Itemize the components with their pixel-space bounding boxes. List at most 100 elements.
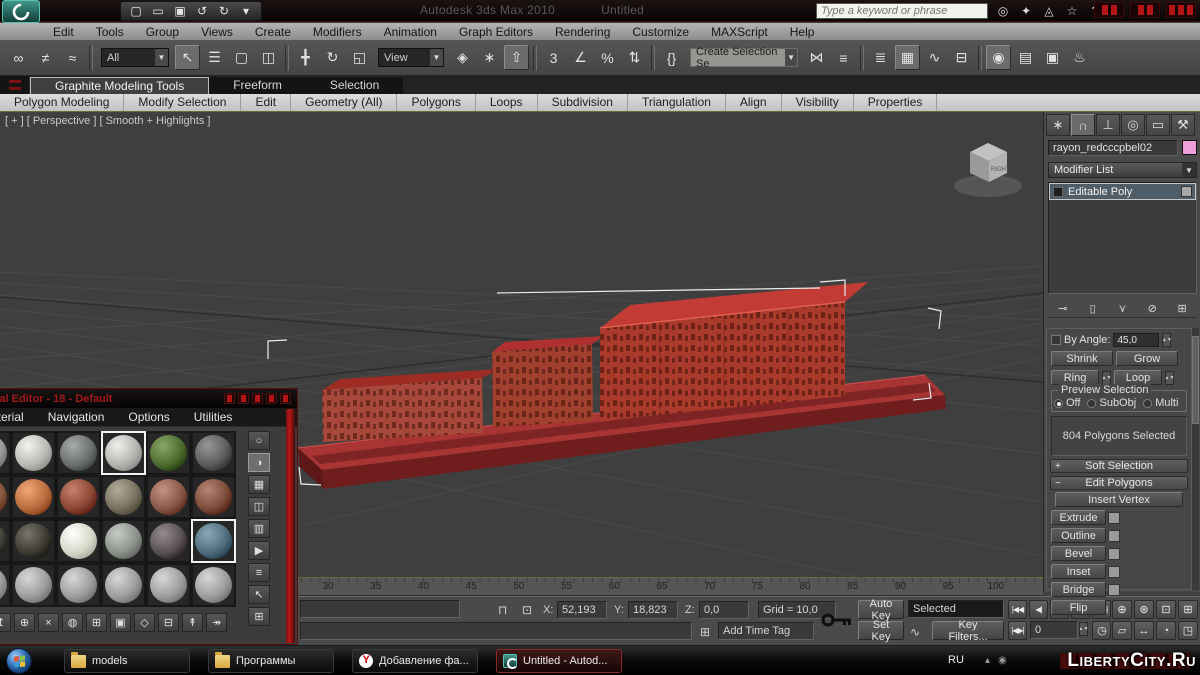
selection-set-dropdown[interactable]: Selected (908, 600, 1004, 618)
minimize-button[interactable] (224, 393, 235, 404)
material-sample-slot[interactable] (146, 475, 191, 519)
material-options-icon[interactable]: ≡ (248, 563, 270, 582)
bind-to-space-warp-icon[interactable]: ≈ (60, 45, 85, 70)
menu-item[interactable]: Navigation (36, 410, 117, 424)
material-sample-slot[interactable] (146, 519, 191, 563)
ribbon-tab[interactable]: Freeform (209, 77, 306, 94)
auto-key-button[interactable]: Auto Key (858, 600, 904, 619)
reset-map-icon[interactable]: × (38, 613, 59, 632)
start-button[interactable] (6, 648, 32, 674)
material-editor-icon[interactable]: ◉ (986, 45, 1011, 70)
settings-box-icon[interactable] (1108, 530, 1120, 542)
material-sample-slot[interactable] (101, 519, 146, 563)
sample-uv-tiling-icon[interactable]: ◫ (248, 497, 270, 516)
material-sample-slot[interactable] (56, 563, 101, 607)
modifier-list-dropdown[interactable]: Modifier List▼ (1048, 162, 1197, 178)
menu-item[interactable]: Utilities (182, 410, 245, 424)
edit-polygons-button[interactable]: Flip (1051, 600, 1106, 615)
angle-snap-icon[interactable]: ∠ (568, 45, 593, 70)
select-and-link-icon[interactable]: ∞ (6, 45, 31, 70)
x-coordinate-field[interactable]: 52,193 (557, 601, 607, 619)
preview-selection-radio[interactable]: Multi (1143, 397, 1178, 409)
ribbon-panel-tab[interactable]: Align (726, 94, 782, 111)
redo-icon[interactable]: ↻ (215, 3, 233, 19)
new-file-icon[interactable]: ▢ (127, 3, 145, 19)
taskbar-button[interactable]: Untitled - Autod... (496, 649, 622, 673)
menu-item[interactable]: Options (116, 410, 181, 424)
mirror-icon[interactable]: ⋈ (804, 45, 829, 70)
material-sample-slot[interactable] (191, 563, 236, 607)
selection-lock-icon[interactable]: ⊓ (498, 603, 507, 617)
ribbon-tab[interactable]: Graphite Modeling Tools (30, 77, 209, 94)
menu-item[interactable]: Tools (85, 25, 135, 39)
select-by-material-icon[interactable]: ↖ (248, 585, 270, 604)
show-end-result-icon[interactable]: ▯ (1082, 301, 1104, 316)
menu-item[interactable]: Views (190, 25, 244, 39)
go-forward-sibling-icon[interactable]: ↠ (206, 613, 227, 632)
layer-manager-icon[interactable]: ≣ (868, 45, 893, 70)
unlink-selection-icon[interactable]: ≠ (33, 45, 58, 70)
go-to-start-icon[interactable]: |◀◀ (1008, 600, 1027, 619)
menu-item[interactable]: Customize (621, 25, 700, 39)
previous-frame-icon[interactable]: ◀| (1029, 600, 1048, 619)
ring-spinner[interactable]: ▲▼ (1102, 371, 1111, 385)
ribbon-panel-tab[interactable]: Loops (476, 94, 538, 111)
curve-editor-icon[interactable]: ∿ (922, 45, 947, 70)
save-file-icon[interactable]: ▣ (171, 3, 189, 19)
menu-item[interactable]: Create (244, 25, 302, 39)
maximize-viewport-icon[interactable]: ◳ (1178, 621, 1198, 640)
percent-snap-icon[interactable]: % (595, 45, 620, 70)
ribbon-panel-tab[interactable]: Visibility (782, 94, 854, 111)
material-sample-slot[interactable] (101, 563, 146, 607)
render-production-icon[interactable]: ♨ (1067, 45, 1092, 70)
named-selection-sets-dropdown[interactable]: Create Selection Se▼ (690, 48, 798, 67)
set-key-button[interactable]: Set Key (858, 621, 904, 640)
material-sample-slot[interactable] (101, 431, 146, 475)
settings-box-icon[interactable] (1108, 584, 1120, 596)
open-file-icon[interactable]: ▭ (149, 3, 167, 19)
motion-tab-icon[interactable]: ◎ (1121, 114, 1145, 136)
material-sample-slot[interactable] (11, 475, 56, 519)
selection-filter-dropdown[interactable]: All▼ (101, 48, 169, 67)
ribbon-panel-tab[interactable]: Geometry (All) (291, 94, 397, 111)
make-unique-material-icon[interactable]: ◍ (62, 613, 83, 632)
pin-stack-icon[interactable]: ⊸ (1052, 301, 1074, 316)
close-button[interactable] (280, 393, 291, 404)
graphite-ribbon-toggle-icon[interactable]: ▦ (895, 45, 920, 70)
video-color-check-icon[interactable]: ▥ (248, 519, 270, 538)
show-map-in-viewport-icon[interactable]: ◇ (134, 613, 155, 632)
add-time-tag-field[interactable]: Add Time Tag (718, 622, 814, 640)
edit-named-selections-icon[interactable]: {} (659, 45, 684, 70)
material-map-navigator-icon[interactable]: ⊞ (248, 607, 270, 626)
ribbon-panel-tab[interactable]: Polygon Modeling (0, 94, 124, 111)
material-sample-slot[interactable] (191, 519, 236, 563)
menu-item[interactable]: Modifiers (302, 25, 373, 39)
ribbon-panel-tab[interactable]: Polygons (397, 94, 475, 111)
material-sample-slot[interactable] (146, 563, 191, 607)
time-configuration-icon[interactable]: ◷ (1092, 621, 1111, 640)
modifier-stack-item[interactable]: Editable Poly (1049, 183, 1196, 200)
ribbon-tab[interactable]: Selection (306, 77, 403, 94)
z-coordinate-field[interactable]: 0,0 (699, 601, 749, 619)
set-key-mode-icon[interactable] (820, 611, 854, 629)
tray-icon[interactable]: ◉ (998, 655, 1007, 666)
sign-in-key-icon[interactable]: ✦ (1017, 2, 1035, 19)
configure-modifier-sets-icon[interactable]: ⊞ (1171, 301, 1193, 316)
by-angle-checkbox[interactable] (1051, 335, 1061, 345)
background-checker-icon[interactable]: ▦ (248, 475, 270, 494)
select-object-icon[interactable]: ↖ (175, 45, 200, 70)
minimize-button[interactable] (1094, 2, 1124, 18)
pan-icon[interactable]: ↔ (1134, 621, 1154, 640)
material-sample-slot[interactable] (11, 519, 56, 563)
material-editor-window[interactable]: Material Editor - 18 - Default MaterialN… (0, 388, 298, 645)
modify-tab-icon[interactable]: ∩ (1071, 114, 1095, 136)
menu-item[interactable]: Edit (42, 25, 85, 39)
edit-polygons-button[interactable]: Extrude (1051, 510, 1106, 525)
ring-button[interactable]: Ring (1051, 370, 1099, 385)
backlight-icon[interactable]: ◑ (248, 453, 270, 472)
material-editor-title-bar[interactable]: Material Editor - 18 - Default (0, 389, 297, 408)
shrink-button[interactable]: Shrink (1051, 351, 1113, 366)
absolute-mode-icon[interactable]: ⊡ (522, 603, 532, 617)
material-sample-slot[interactable] (0, 475, 11, 519)
soft-selection-rollout-header[interactable]: +Soft Selection (1050, 459, 1188, 473)
